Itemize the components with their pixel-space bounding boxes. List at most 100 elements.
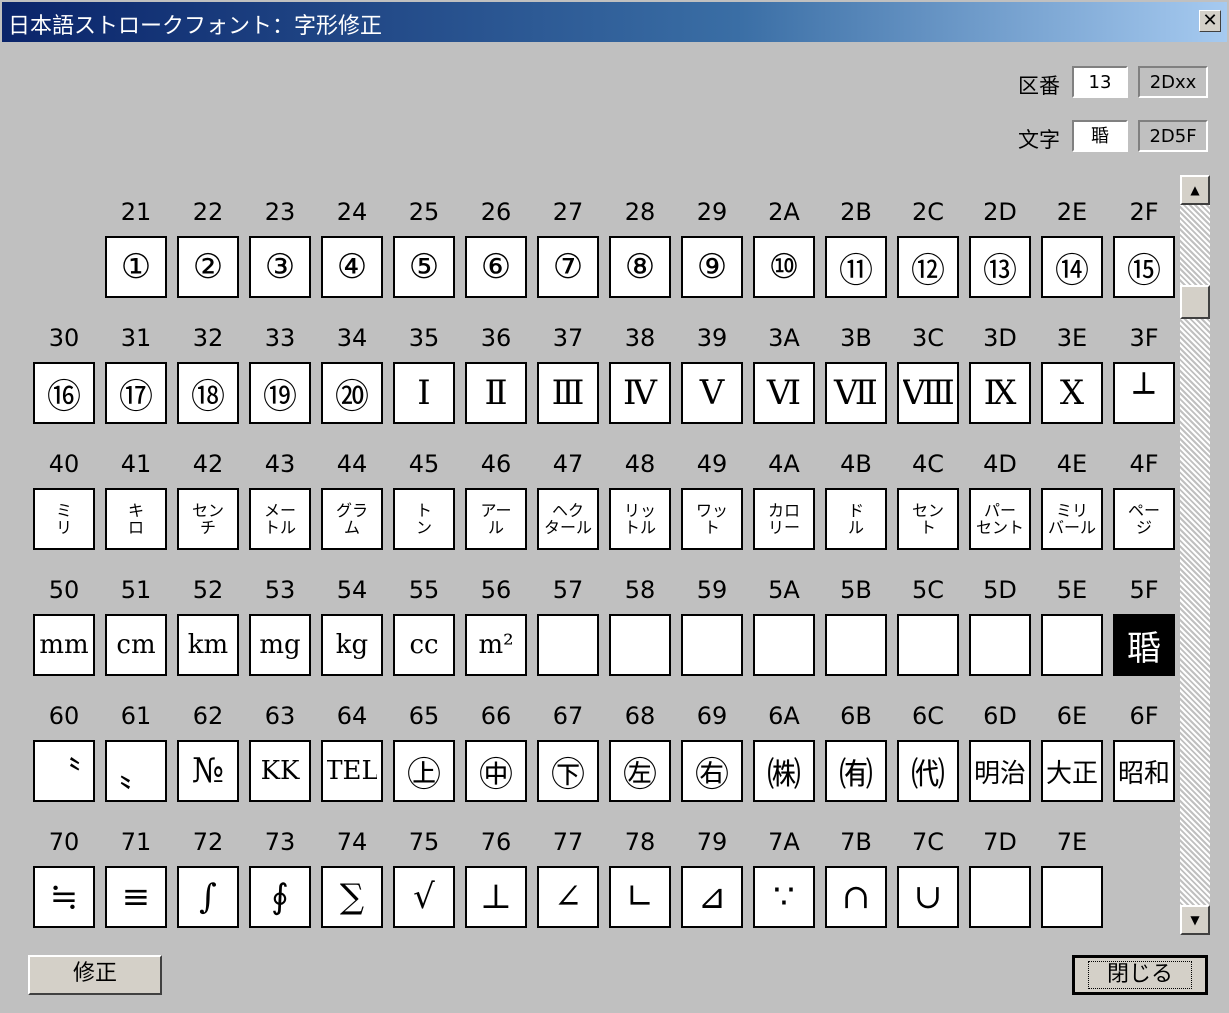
glyph-cell[interactable]: [1041, 614, 1103, 676]
glyph-cell[interactable]: ㈹: [897, 740, 959, 802]
glyph-cell[interactable]: 昭和: [1113, 740, 1175, 802]
scroll-down-button[interactable]: ▼: [1180, 905, 1210, 935]
glyph-cell[interactable]: パー セント: [969, 488, 1031, 550]
modify-button[interactable]: 修正: [28, 955, 162, 995]
glyph-cell[interactable]: ワッ ト: [681, 488, 743, 550]
glyph-cell[interactable]: mm: [33, 614, 95, 676]
glyph-cell[interactable]: √: [393, 866, 455, 928]
glyph-cell[interactable]: ∩: [825, 866, 887, 928]
glyph-cell[interactable]: ③: [249, 236, 311, 298]
glyph-cell[interactable]: ⊿: [681, 866, 743, 928]
glyph-cell[interactable]: [681, 614, 743, 676]
glyph-cell[interactable]: ㊤: [393, 740, 455, 802]
glyph-cell[interactable]: km: [177, 614, 239, 676]
glyph-cell[interactable]: m²: [465, 614, 527, 676]
glyph-cell[interactable]: ≒: [33, 866, 95, 928]
glyph-cell[interactable]: ∪: [897, 866, 959, 928]
glyph-cell[interactable]: Ⅵ: [753, 362, 815, 424]
glyph-cell[interactable]: [969, 614, 1031, 676]
glyph-cell[interactable]: cm: [105, 614, 167, 676]
glyph-cell[interactable]: ペー ジ: [1113, 488, 1175, 550]
scroll-thumb[interactable]: [1180, 285, 1210, 319]
glyph-cell[interactable]: ヘク タール: [537, 488, 599, 550]
glyph-cell[interactable]: ミリ バール: [1041, 488, 1103, 550]
glyph-cell[interactable]: ミ リ: [33, 488, 95, 550]
glyph-cell[interactable]: [1041, 866, 1103, 928]
glyph-cell[interactable]: 大正: [1041, 740, 1103, 802]
glyph-cell[interactable]: ⑥: [465, 236, 527, 298]
glyph-cell[interactable]: [609, 614, 671, 676]
glyph-cell[interactable]: セン ト: [897, 488, 959, 550]
char-input[interactable]: 䎽: [1072, 120, 1128, 152]
glyph-cell[interactable]: ド ル: [825, 488, 887, 550]
glyph-cell[interactable]: ④: [321, 236, 383, 298]
glyph-cell[interactable]: ≡: [105, 866, 167, 928]
glyph-cell[interactable]: ∵: [753, 866, 815, 928]
glyph-cell[interactable]: ⑮: [1113, 236, 1175, 298]
glyph-cell[interactable]: [825, 614, 887, 676]
glyph-cell[interactable]: cc: [393, 614, 455, 676]
glyph-cell[interactable]: [537, 614, 599, 676]
glyph-cell[interactable]: ∟: [609, 866, 671, 928]
vertical-scrollbar[interactable]: ▲ ▼: [1180, 175, 1210, 935]
glyph-cell[interactable]: kg: [321, 614, 383, 676]
glyph-cell[interactable]: Ⅳ: [609, 362, 671, 424]
glyph-cell[interactable]: ⑪: [825, 236, 887, 298]
glyph-cell[interactable]: mg: [249, 614, 311, 676]
glyph-cell[interactable]: 〝: [33, 740, 95, 802]
glyph-cell[interactable]: ㊧: [609, 740, 671, 802]
glyph-cell[interactable]: ㊦: [537, 740, 599, 802]
glyph-cell[interactable]: キ ロ: [105, 488, 167, 550]
glyph-cell[interactable]: Ⅰ: [393, 362, 455, 424]
glyph-cell[interactable]: ⊥: [465, 866, 527, 928]
glyph-cell[interactable]: ⑨: [681, 236, 743, 298]
glyph-cell[interactable]: KK: [249, 740, 311, 802]
glyph-cell[interactable]: ㈱: [753, 740, 815, 802]
glyph-cell-selected[interactable]: 䎽: [1113, 614, 1175, 676]
glyph-cell[interactable]: ⑧: [609, 236, 671, 298]
glyph-cell[interactable]: ⑤: [393, 236, 455, 298]
ku-number-input[interactable]: 13: [1072, 66, 1128, 98]
glyph-cell[interactable]: 明治: [969, 740, 1031, 802]
close-button[interactable]: 閉じる: [1072, 955, 1208, 995]
glyph-cell[interactable]: ∠: [537, 866, 599, 928]
glyph-cell[interactable]: グラ ム: [321, 488, 383, 550]
glyph-cell[interactable]: アー ル: [465, 488, 527, 550]
glyph-cell[interactable]: Ⅲ: [537, 362, 599, 424]
glyph-cell[interactable]: [753, 614, 815, 676]
glyph-cell[interactable]: Ⅶ: [825, 362, 887, 424]
glyph-cell[interactable]: ┴: [1113, 362, 1175, 424]
glyph-cell[interactable]: ⑫: [897, 236, 959, 298]
glyph-cell[interactable]: [897, 614, 959, 676]
glyph-cell[interactable]: ∮: [249, 866, 311, 928]
scroll-up-button[interactable]: ▲: [1180, 175, 1210, 205]
glyph-cell[interactable]: ⑱: [177, 362, 239, 424]
glyph-cell[interactable]: ⑬: [969, 236, 1031, 298]
glyph-cell[interactable]: ⑭: [1041, 236, 1103, 298]
glyph-cell[interactable]: リッ トル: [609, 488, 671, 550]
glyph-cell[interactable]: ㈲: [825, 740, 887, 802]
glyph-cell[interactable]: TEL: [321, 740, 383, 802]
glyph-cell[interactable]: Ⅹ: [1041, 362, 1103, 424]
glyph-cell[interactable]: カロ リー: [753, 488, 815, 550]
glyph-cell[interactable]: メー トル: [249, 488, 311, 550]
glyph-cell[interactable]: ⑦: [537, 236, 599, 298]
glyph-cell[interactable]: ⑳: [321, 362, 383, 424]
glyph-cell[interactable]: ⑩: [753, 236, 815, 298]
glyph-cell[interactable]: ∫: [177, 866, 239, 928]
glyph-cell[interactable]: ①: [105, 236, 167, 298]
glyph-cell[interactable]: ㊨: [681, 740, 743, 802]
glyph-cell[interactable]: ト ン: [393, 488, 455, 550]
glyph-cell[interactable]: №: [177, 740, 239, 802]
glyph-cell[interactable]: Ⅸ: [969, 362, 1031, 424]
glyph-cell[interactable]: ∑: [321, 866, 383, 928]
glyph-cell[interactable]: ⑯: [33, 362, 95, 424]
glyph-cell[interactable]: 〟: [105, 740, 167, 802]
glyph-cell[interactable]: ②: [177, 236, 239, 298]
glyph-cell[interactable]: ⑰: [105, 362, 167, 424]
glyph-cell[interactable]: セン チ: [177, 488, 239, 550]
glyph-cell[interactable]: ㊥: [465, 740, 527, 802]
glyph-cell[interactable]: [969, 866, 1031, 928]
glyph-cell[interactable]: Ⅴ: [681, 362, 743, 424]
close-icon[interactable]: ✕: [1199, 10, 1221, 32]
